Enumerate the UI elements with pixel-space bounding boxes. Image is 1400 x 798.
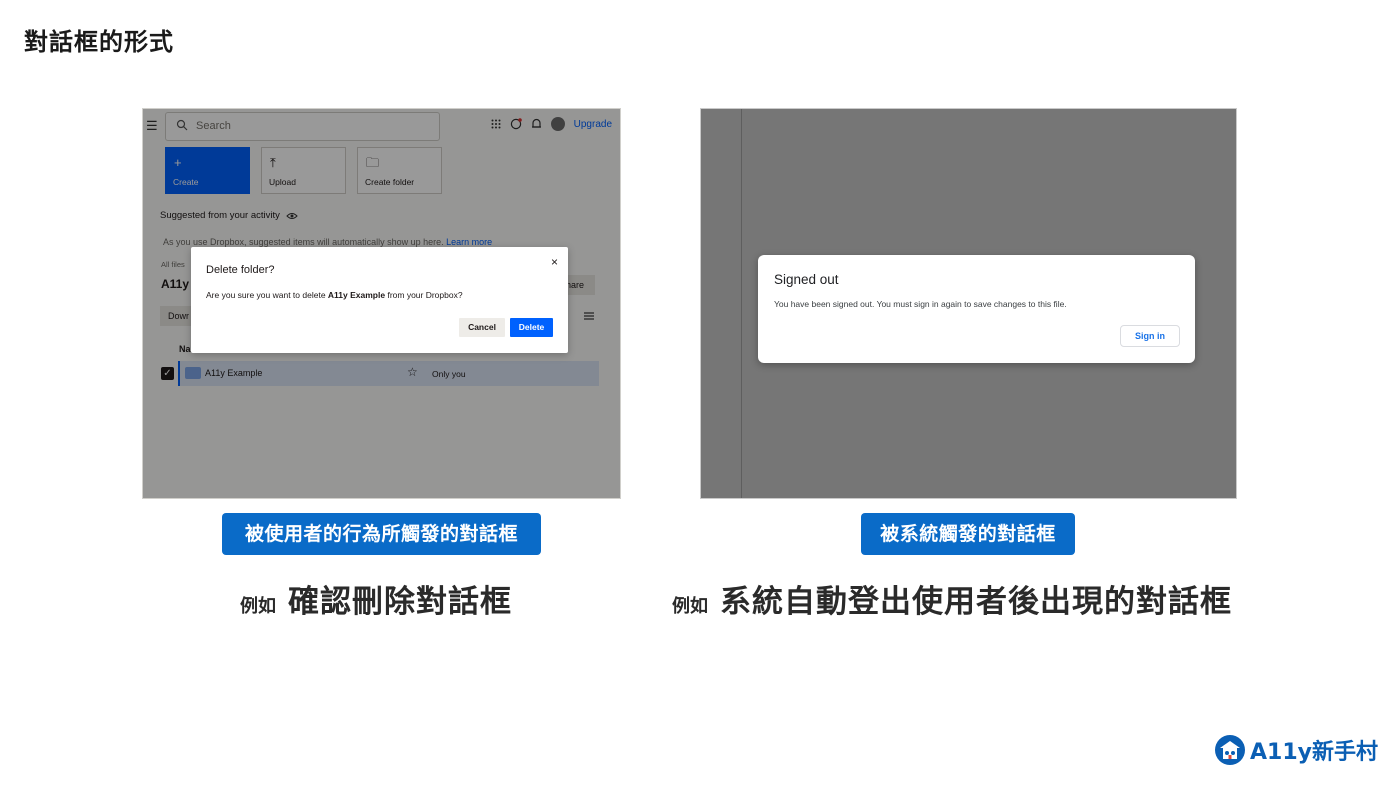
- dialog-title: Signed out: [774, 272, 839, 287]
- example-prefix: 例如: [672, 596, 708, 617]
- right-example: 例如 系統自動登出使用者後出現的對話框: [672, 576, 1232, 621]
- left-example: 例如 確認刪除對話框: [240, 576, 512, 621]
- user-triggered-badge: 被使用者的行為所觸發的對話框: [222, 513, 541, 555]
- dialog-title: Delete folder?: [206, 264, 275, 276]
- dialog-body: You have been signed out. You must sign …: [774, 299, 1067, 309]
- example-prefix: 例如: [240, 596, 276, 617]
- example-text: 確認刪除對話框: [288, 584, 512, 620]
- system-triggered-badge: 被系統觸發的對話框: [861, 513, 1075, 555]
- delete-button[interactable]: Delete: [510, 318, 553, 337]
- brand-name: A11y新手村: [1250, 740, 1378, 765]
- cancel-button[interactable]: Cancel: [459, 318, 505, 337]
- dialog-body-prefix: Are you sure you want to delete: [206, 290, 328, 300]
- signed-out-screenshot: Signed out You have been signed out. You…: [700, 108, 1237, 499]
- brand-logo-icon: [1215, 735, 1245, 765]
- dialog-body-suffix: from your Dropbox?: [385, 290, 463, 300]
- close-icon[interactable]: ×: [551, 255, 558, 269]
- delete-folder-dialog: Delete folder? × Are you sure you want t…: [191, 247, 568, 353]
- dialog-body: Are you sure you want to delete A11y Exa…: [206, 290, 463, 300]
- brand: A11y新手村: [1214, 734, 1378, 766]
- dropbox-screenshot: ☰ Search Upgrade + Create ⤒ Upload 🗀 Cre…: [142, 108, 621, 499]
- sign-in-button[interactable]: Sign in: [1120, 325, 1180, 347]
- dialog-body-folder-name: A11y Example: [327, 290, 386, 300]
- example-text: 系統自動登出使用者後出現的對話框: [720, 584, 1232, 620]
- slide-title: 對話框的形式: [24, 28, 174, 56]
- signed-out-dialog: Signed out You have been signed out. You…: [758, 255, 1195, 363]
